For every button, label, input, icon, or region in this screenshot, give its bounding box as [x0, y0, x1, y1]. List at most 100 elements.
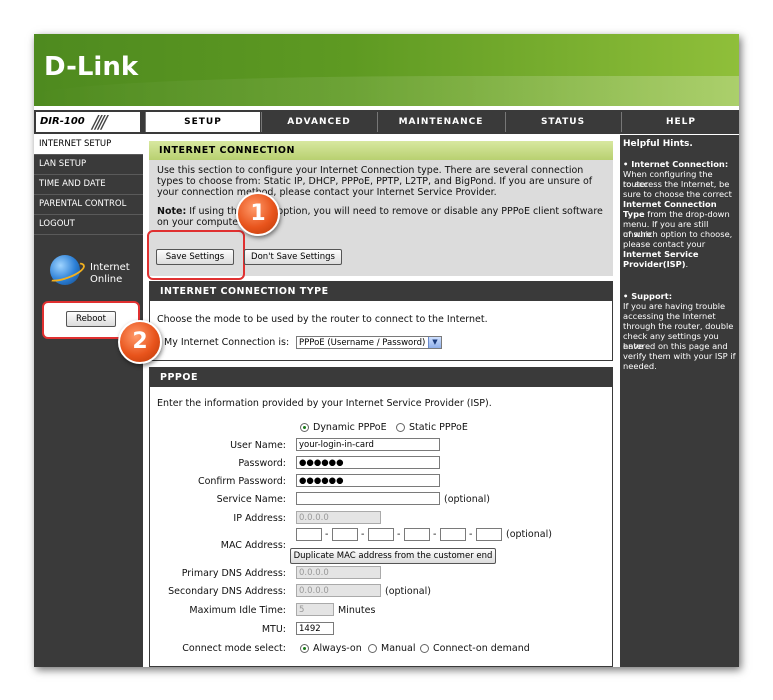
help-sup-l6: verify them with your ISP if — [623, 351, 736, 361]
chevron-down-icon[interactable]: ▼ — [428, 337, 441, 348]
help-ic-dot: . — [685, 259, 689, 269]
connect-mode-label: Connect mode select: — [182, 643, 286, 654]
mac-octet-2[interactable] — [332, 528, 358, 541]
help-ic-head: Internet Connection: — [631, 159, 729, 169]
help-ic-l2: to access the Internet, be — [623, 179, 730, 189]
sidebar-item-internet-setup[interactable]: INTERNET SETUP — [34, 135, 143, 155]
password-input[interactable]: ●●●●●● — [296, 456, 440, 469]
duplicate-mac-button[interactable]: Duplicate MAC address from the customer … — [290, 548, 496, 564]
tab-advanced[interactable]: ADVANCED — [261, 112, 376, 132]
help-sup-head: Support: — [631, 291, 673, 301]
help-ic-l6: of which option to choose, — [623, 229, 733, 239]
callout-badge-2: 2 — [118, 320, 162, 364]
callout-badge-1: 1 — [236, 192, 280, 236]
model-badge: DIR-100 //// — [36, 112, 140, 133]
help-sup-l2: accessing the Internet — [623, 311, 716, 321]
connection-type-label: My Internet Connection is: — [164, 337, 290, 348]
help-ic-l3: sure to choose the correct — [623, 189, 732, 199]
ip-address-input[interactable]: 0.0.0.0 — [296, 511, 381, 524]
connection-type-section: INTERNET CONNECTION TYPE Choose the mode… — [149, 281, 613, 361]
help-sup-l7: needed. — [623, 361, 657, 371]
pppoe-section: PPPOE Enter the information provided by … — [149, 367, 613, 667]
desc-line-3: your connection method, please contact y… — [157, 187, 497, 198]
model-name: DIR-100 — [40, 116, 85, 127]
primary-dns-input[interactable]: 0.0.0.0 — [296, 566, 381, 579]
tab-status[interactable]: STATUS — [505, 112, 620, 132]
idle-time-label: Maximum Idle Time: — [189, 605, 286, 616]
connection-type-value: PPPoE (Username / Password) — [299, 338, 426, 348]
help-ic-b1: Internet Connection — [623, 199, 717, 209]
help-ic-b4: Provider(ISP) — [623, 259, 686, 269]
help-ic-b2-line: Type from the drop-down — [623, 209, 738, 219]
note-bold: Note: — [157, 206, 187, 217]
mac-octet-6[interactable] — [476, 528, 502, 541]
always-on-radio[interactable] — [300, 644, 309, 653]
user-name-input[interactable]: your-login-in-card — [296, 438, 440, 451]
desc-line-1: Use this section to configure your Inter… — [157, 165, 584, 176]
note-line-1: Note: If using the PPPoE option, you wil… — [157, 206, 603, 218]
tab-help[interactable]: HELP — [621, 112, 739, 132]
secondary-dns-label: Secondary DNS Address: — [168, 586, 286, 597]
section-title: PPPOE — [150, 368, 612, 387]
help-ic-b3: Internet Service — [623, 249, 699, 259]
mac-dash: - — [397, 529, 401, 540]
mtu-label: MTU: — [261, 624, 286, 635]
dont-save-settings-button[interactable]: Don't Save Settings — [244, 249, 342, 265]
help-panel: Helpful Hints. • Internet Connection: Wh… — [620, 135, 739, 667]
mac-octet-4[interactable] — [404, 528, 430, 541]
static-pppoe-label: Static PPPoE — [409, 422, 468, 433]
connection-type-select[interactable]: PPPoE (Username / Password) ▼ — [296, 336, 442, 349]
status-line-2: Online — [90, 274, 123, 285]
logo-text: D-Link — [44, 52, 139, 82]
confirm-password-label: Confirm Password: — [197, 476, 286, 487]
internet-connection-section: INTERNET CONNECTION Use this section to … — [147, 141, 613, 280]
mac-dash: - — [361, 529, 365, 540]
secondary-dns-optional: (optional) — [385, 586, 431, 597]
mac-octet-1[interactable] — [296, 528, 322, 541]
help-sup-l3: through the router, double — [623, 321, 734, 331]
help-sup-l5: entered on this page and — [623, 341, 728, 351]
on-demand-radio[interactable] — [420, 644, 429, 653]
model-slashes-icon: //// — [92, 112, 107, 133]
mac-dash: - — [469, 529, 473, 540]
internet-status: Internet Online — [44, 255, 140, 291]
on-demand-label: Connect-on demand — [433, 643, 530, 654]
tab-maintenance[interactable]: MAINTENANCE — [377, 112, 504, 132]
help-title: Helpful Hints. — [623, 139, 693, 149]
banner-wave — [34, 76, 739, 106]
top-nav: DIR-100 //// SETUP ADVANCED MAINTENANCE … — [34, 110, 739, 134]
connection-type-desc: Choose the mode to be used by the router… — [157, 314, 488, 325]
mac-optional: (optional) — [506, 529, 552, 540]
dynamic-pppoe-radio[interactable] — [300, 423, 309, 432]
confirm-password-input[interactable]: ●●●●●● — [296, 474, 440, 487]
static-pppoe-radio[interactable] — [396, 423, 405, 432]
mac-address-label: MAC Address: — [220, 540, 286, 551]
mac-octet-5[interactable] — [440, 528, 466, 541]
idle-time-input[interactable]: 5 — [296, 603, 334, 616]
dynamic-pppoe-label: Dynamic PPPoE — [313, 422, 387, 433]
bullet: • — [623, 159, 629, 169]
service-name-input[interactable] — [296, 492, 440, 505]
reboot-button[interactable]: Reboot — [66, 311, 116, 327]
help-ic-b4-line: Provider(ISP). — [623, 259, 738, 269]
sidebar-item-parental-control[interactable]: PARENTAL CONTROL — [34, 195, 143, 215]
manual-label: Manual — [381, 643, 416, 654]
main-content: INTERNET CONNECTION Use this section to … — [143, 135, 619, 667]
mac-octet-3[interactable] — [368, 528, 394, 541]
section-title: INTERNET CONNECTION TYPE — [150, 282, 612, 301]
mac-dash: - — [433, 529, 437, 540]
sidebar-item-time-and-date[interactable]: TIME AND DATE — [34, 175, 143, 195]
ip-address-label: IP Address: — [233, 513, 286, 524]
help-sup-heading: • Support: — [623, 291, 738, 301]
secondary-dns-input[interactable]: 0.0.0.0 — [296, 584, 381, 597]
sidebar-item-lan-setup[interactable]: LAN SETUP — [34, 155, 143, 175]
help-sup-l1: If you are having trouble — [623, 301, 726, 311]
service-name-label: Service Name: — [216, 494, 286, 505]
save-settings-button[interactable]: Save Settings — [156, 249, 234, 265]
mtu-input[interactable]: 1492 — [296, 622, 334, 635]
bullet: • — [623, 291, 629, 301]
always-on-label: Always-on — [313, 643, 362, 654]
tab-setup[interactable]: SETUP — [145, 112, 260, 132]
manual-radio[interactable] — [368, 644, 377, 653]
sidebar-item-logout[interactable]: LOGOUT — [34, 215, 143, 235]
